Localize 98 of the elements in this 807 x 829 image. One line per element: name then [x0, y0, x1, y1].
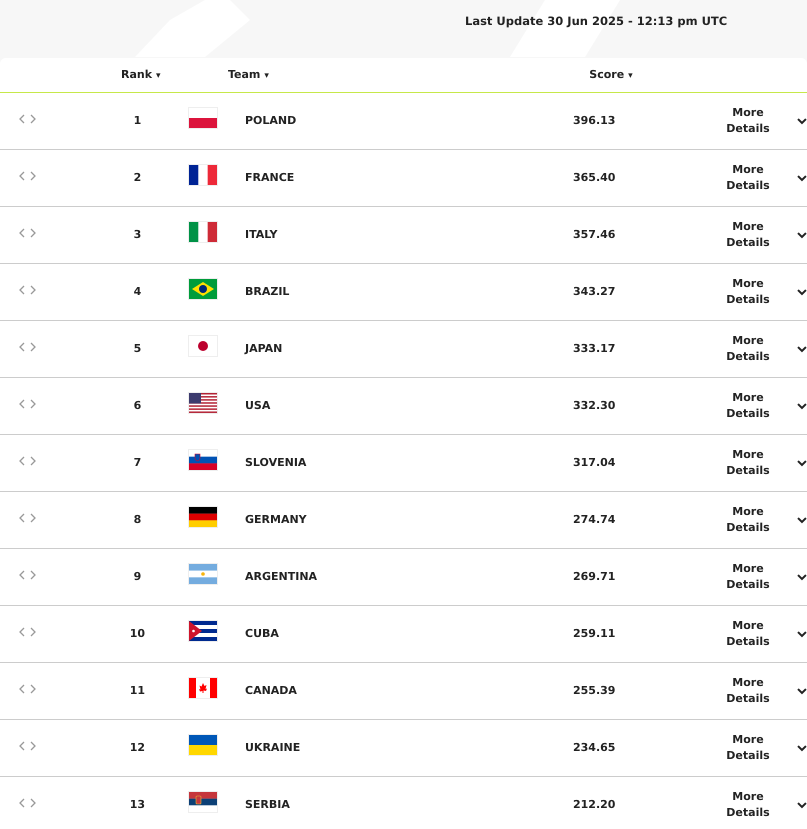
score-cell-text: 365.40 [572, 170, 616, 186]
team-name: GERMANY [244, 512, 308, 528]
rank-cell-text: 3 [132, 226, 142, 243]
score-cell-text: 269.71 [572, 568, 616, 585]
code-arrows-icon [19, 740, 36, 751]
more-details-button[interactable]: More Details [708, 332, 807, 366]
rank-cell-text: 8 [132, 512, 142, 528]
flag-icon [189, 279, 218, 300]
more-details-button[interactable]: More Details [708, 618, 807, 650]
chevron-down-icon [797, 574, 807, 580]
rank-cell-text: 1 [132, 112, 142, 129]
code-arrows-icon [19, 284, 36, 295]
flag-icon [189, 507, 218, 528]
team-name: SLOVENIA [244, 454, 308, 471]
chevron-down-icon [797, 460, 807, 466]
rank-cell-text: 11 [128, 682, 146, 699]
rank-cell-text: 7 [132, 454, 142, 471]
rank-cell-text: 2 [132, 170, 142, 186]
score-cell-text: 259.11 [572, 626, 616, 642]
team-name: BRAZIL [244, 284, 290, 300]
team-name: JAPAN [243, 340, 284, 357]
score-cell-text: 234.65 [572, 740, 616, 756]
team-name: ARGENTINA [244, 568, 318, 585]
chevron-down-icon [797, 346, 807, 352]
team-name: ITALY [244, 226, 279, 243]
chevron-down-icon [797, 516, 807, 524]
flag-icon [189, 792, 218, 812]
more-details-button[interactable]: More Details [708, 560, 807, 594]
rank-cell-text: 5 [132, 340, 142, 357]
more-details-button[interactable]: More Details [708, 162, 807, 194]
score-cell-text: 255.39 [572, 682, 616, 699]
more-details-button[interactable]: More Details [708, 732, 807, 764]
more-details-button[interactable]: More Details [708, 674, 807, 708]
score-cell-text: 343.27 [572, 284, 616, 300]
team-name: CUBA [244, 626, 280, 642]
more-details-button[interactable]: More Details [708, 218, 807, 252]
sort-caret-icon[interactable]: ▾ [628, 70, 633, 81]
flag-icon [189, 678, 218, 698]
rank-cell-text: 4 [132, 284, 142, 300]
chevron-down-icon [797, 744, 807, 752]
flag-icon [189, 108, 218, 128]
score-cell-text: 333.17 [572, 340, 616, 357]
code-arrows-icon [19, 684, 36, 694]
more-details-button[interactable]: More Details [708, 390, 807, 422]
code-arrows-icon [19, 512, 36, 523]
code-arrows-icon [19, 398, 36, 409]
code-arrows-icon [19, 626, 36, 637]
column-header[interactable]: Score [589, 68, 624, 81]
chevron-down-icon [797, 232, 807, 238]
chevron-down-icon [797, 402, 807, 410]
last-update-text: Last Update 30 Jun 2025 - 12:13 pm UTC [465, 13, 728, 30]
code-arrows-icon [19, 228, 36, 238]
code-arrows-icon [19, 456, 36, 466]
column-header[interactable]: Rank [121, 68, 152, 81]
more-details-button[interactable]: More Details [708, 276, 807, 308]
rank-cell-text: 12 [128, 740, 146, 756]
chevron-down-icon [797, 174, 807, 182]
team-name: UKRAINE [244, 740, 302, 756]
flag-icon [189, 450, 218, 470]
team-name: POLAND [244, 112, 298, 129]
chevron-down-icon [797, 688, 807, 694]
code-arrows-icon [19, 570, 36, 580]
column-header[interactable]: Team [228, 68, 260, 81]
flag-icon [189, 393, 218, 414]
more-details-button[interactable]: More Details [708, 446, 807, 480]
rank-cell-text: 9 [132, 568, 142, 585]
flag-icon [189, 564, 218, 584]
team-name: FRANCE [244, 170, 296, 186]
score-cell-text: 274.74 [572, 512, 616, 528]
score-cell-text: 357.46 [572, 226, 616, 243]
flag-icon [189, 735, 218, 756]
team-name: SERBIA [244, 796, 291, 813]
score-cell-text: 396.13 [572, 112, 616, 129]
code-arrows-icon [19, 170, 36, 181]
more-details-button[interactable]: More Details [708, 104, 807, 138]
score-cell-text: 212.20 [572, 796, 616, 813]
rank-cell-text: 10 [128, 626, 146, 642]
chevron-down-icon [797, 630, 807, 638]
team-name: USA [244, 398, 272, 414]
flag-icon [189, 165, 218, 186]
chevron-down-icon [797, 802, 807, 808]
score-cell-text: 317.04 [572, 454, 616, 471]
sort-caret-icon[interactable]: ▾ [156, 70, 161, 81]
more-details-button[interactable]: More Details [708, 788, 807, 822]
code-arrows-icon [19, 798, 36, 808]
flag-icon [189, 336, 218, 356]
team-name: CANADA [244, 682, 298, 699]
code-arrows-icon [19, 114, 36, 124]
chevron-down-icon [797, 118, 807, 124]
sort-caret-icon[interactable]: ▾ [264, 70, 269, 81]
flag-icon [189, 222, 218, 242]
score-cell-text: 332.30 [572, 398, 616, 414]
code-arrows-icon [19, 342, 36, 352]
chevron-down-icon [797, 288, 807, 296]
more-details-button[interactable]: More Details [708, 504, 807, 536]
rank-cell-text: 13 [128, 796, 146, 813]
rank-cell-text: 6 [132, 398, 142, 414]
flag-icon [189, 621, 218, 642]
